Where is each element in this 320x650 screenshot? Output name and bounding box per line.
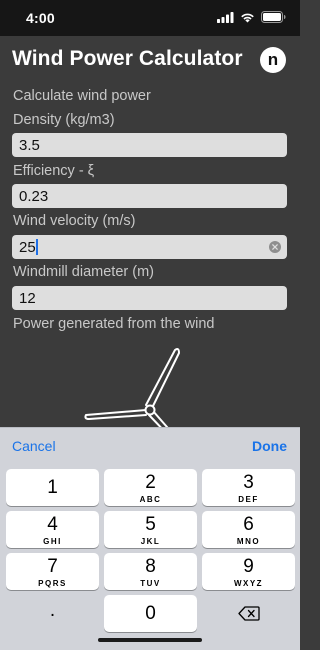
wind-turbine-icon <box>84 348 180 430</box>
home-indicator <box>98 638 202 642</box>
text-caret <box>36 239 38 255</box>
key-2[interactable]: 2 ABC <box>104 469 197 506</box>
efficiency-input[interactable] <box>12 184 287 208</box>
density-field-box <box>12 133 287 157</box>
key-3[interactable]: 3 DEF <box>202 469 295 506</box>
windmill-diameter-input[interactable] <box>12 286 287 310</box>
key-6[interactable]: 6 MNO <box>202 511 295 548</box>
backspace-icon <box>237 606 260 621</box>
windmill-diameter-label: Windmill diameter (m) <box>13 264 154 280</box>
numeric-keypad: 1 2 ABC 3 DEF 4 GHI 5 JKL 6 MNO 7 PQRS 8… <box>0 465 300 650</box>
key-8[interactable]: 8 TUV <box>104 553 197 590</box>
key-7[interactable]: 7 PQRS <box>6 553 99 590</box>
battery-icon <box>261 11 286 23</box>
done-button[interactable]: Done <box>252 438 287 454</box>
key-decimal[interactable]: . <box>6 595 99 632</box>
key-9[interactable]: 9 WXYZ <box>202 553 295 590</box>
efficiency-field-box <box>12 184 287 208</box>
app-logo-letter: n <box>267 49 279 69</box>
wind-velocity-label: Wind velocity (m/s) <box>13 213 136 229</box>
intro-text: Calculate wind power <box>13 88 151 104</box>
app-logo[interactable]: n <box>260 47 286 73</box>
wind-velocity-field-box <box>12 235 287 259</box>
cellular-signal-icon <box>217 11 234 23</box>
key-4[interactable]: 4 GHI <box>6 511 99 548</box>
status-time: 4:00 <box>26 10 55 26</box>
efficiency-label: Efficiency - ξ <box>13 163 95 179</box>
status-icons <box>217 11 286 23</box>
wind-velocity-input[interactable] <box>12 235 287 259</box>
density-input[interactable] <box>12 133 287 157</box>
key-0[interactable]: 0 <box>104 595 197 632</box>
backspace-key[interactable] <box>202 595 295 632</box>
clear-field-icon[interactable] <box>269 241 281 253</box>
key-5[interactable]: 5 JKL <box>104 511 197 548</box>
keyboard-toolbar: Cancel Done <box>0 427 300 465</box>
result-label: Power generated from the wind <box>13 316 215 332</box>
windmill-diameter-field-box <box>12 286 287 310</box>
key-1[interactable]: 1 <box>6 469 99 506</box>
page-title: Wind Power Calculator <box>12 47 243 70</box>
wifi-icon <box>241 13 254 22</box>
status-bar: 4:00 <box>0 0 300 36</box>
cancel-button[interactable]: Cancel <box>12 438 56 454</box>
density-label: Density (kg/m3) <box>13 112 115 128</box>
